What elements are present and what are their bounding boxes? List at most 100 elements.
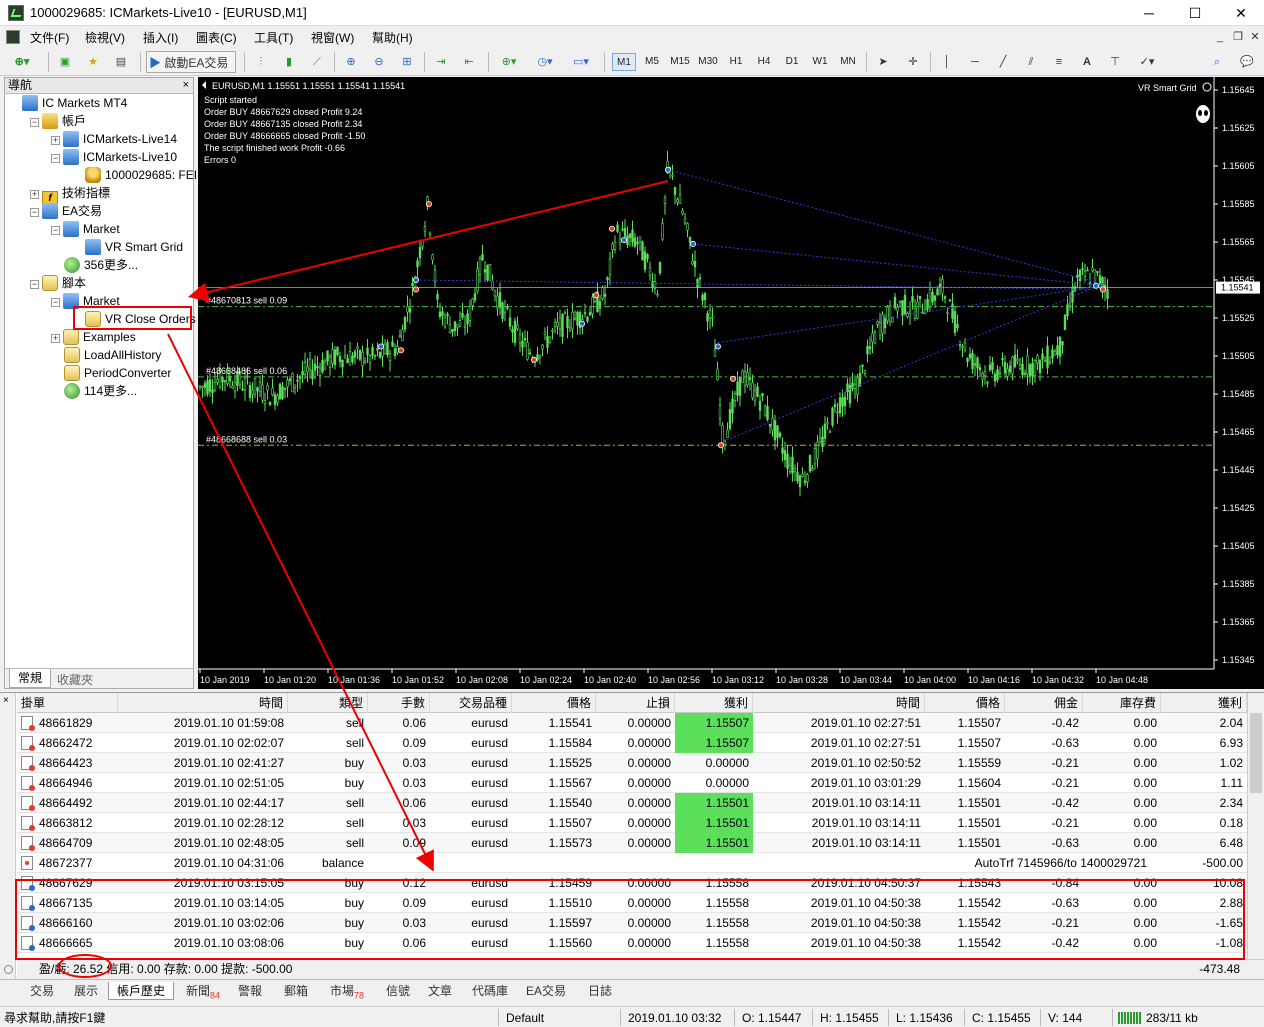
navigator-toggle-icon[interactable]: ▤ bbox=[110, 51, 132, 73]
column-header-sl[interactable]: 止損 bbox=[596, 693, 675, 713]
menu-file[interactable]: 文件(F) bbox=[30, 29, 69, 46]
column-header-symbol[interactable]: 交易品種 bbox=[430, 693, 512, 713]
menu-tools[interactable]: 工具(T) bbox=[254, 29, 293, 46]
column-header-ticket[interactable]: 掛單 bbox=[17, 693, 118, 713]
mdi-minimize-button[interactable]: _ bbox=[1212, 30, 1228, 44]
nav-item-loadallhistory[interactable]: LoadAllHistory bbox=[9, 346, 193, 364]
price-chart[interactable]: 1.15645 1.15625 1.15605 1.15585 1.15565 1.155… bbox=[198, 77, 1264, 689]
scrollbar-thumb[interactable] bbox=[1250, 713, 1262, 793]
text-label-icon[interactable]: ⊤ bbox=[1104, 51, 1126, 73]
timeframe-mn[interactable]: MN bbox=[836, 53, 860, 71]
tab-common[interactable]: 常規 bbox=[9, 669, 51, 688]
column-header-profit[interactable]: 獲利 bbox=[1161, 693, 1247, 713]
mdi-restore-button[interactable]: ❐ bbox=[1230, 30, 1246, 44]
autoscroll-icon[interactable]: ⇥ bbox=[430, 51, 452, 73]
timeframe-m15[interactable]: M15 bbox=[668, 53, 692, 71]
menu-window[interactable]: 視窗(W) bbox=[311, 29, 354, 46]
chart-shift-icon[interactable]: ⇤ bbox=[458, 51, 480, 73]
crosshair-icon[interactable]: ✛ bbox=[902, 51, 924, 73]
navigator-close-icon[interactable]: × bbox=[183, 78, 189, 93]
timeframe-d1[interactable]: D1 bbox=[780, 53, 804, 71]
menu-view[interactable]: 檢視(V) bbox=[85, 29, 125, 46]
bar-chart-icon[interactable]: ⫶ bbox=[250, 51, 272, 73]
column-header-commission[interactable]: 佣金 bbox=[1005, 693, 1083, 713]
history-row[interactable]: 48661829 2019.01.10 01:59:08 sell 0.06 eurus… bbox=[17, 713, 1247, 733]
column-header-lots[interactable]: 手數 bbox=[368, 693, 430, 713]
cursor-icon[interactable]: ➤ bbox=[872, 51, 894, 73]
timeframe-m5[interactable]: M5 bbox=[640, 53, 664, 71]
timeframe-m30[interactable]: M30 bbox=[696, 53, 720, 71]
close-window-button[interactable]: ✕ bbox=[1218, 0, 1264, 26]
tile-windows-icon[interactable]: ⊞ bbox=[396, 51, 418, 73]
chat-icon[interactable]: 💬 bbox=[1236, 51, 1258, 73]
horizontal-line-icon[interactable]: ─ bbox=[964, 51, 986, 73]
menu-insert[interactable]: 插入(I) bbox=[143, 29, 178, 46]
nav-item-1000029685-fei[interactable]: 1000029685: FEI` bbox=[9, 166, 201, 184]
fibonacci-icon[interactable]: ≡ bbox=[1048, 51, 1070, 73]
history-row[interactable]: 48672377 2019.01.10 04:31:06 balance -500.0… bbox=[17, 853, 1247, 873]
autotrading-button[interactable]: ▶ 啟動EA交易 bbox=[146, 51, 236, 73]
search-icon[interactable]: ⌕ bbox=[1206, 51, 1228, 73]
chart-canvas[interactable]: 1.15645 1.15625 1.15605 1.15585 1.15565 1.155… bbox=[198, 77, 1264, 689]
terminal-tab-10[interactable]: EA交易 bbox=[518, 982, 574, 1000]
timeframe-w1[interactable]: W1 bbox=[808, 53, 832, 71]
terminal-close-icon[interactable]: × bbox=[3, 695, 9, 706]
nav-item-icmarkets-live14[interactable]: + ICMarkets-Live14 bbox=[9, 130, 193, 148]
column-header-close-time[interactable]: 時間 bbox=[753, 693, 925, 713]
column-header-price[interactable]: 價格 bbox=[512, 693, 596, 713]
menu-charts[interactable]: 圖表(C) bbox=[196, 29, 237, 46]
nav-item-ic-markets-mt4[interactable]: IC Markets MT4 bbox=[9, 94, 193, 112]
zoom-in-icon[interactable]: ⊕ bbox=[340, 51, 362, 73]
nav-item-vr-smart-grid[interactable]: VR Smart Grid bbox=[9, 238, 193, 256]
tree-expander-icon[interactable]: − bbox=[51, 298, 60, 307]
column-header-swap[interactable]: 庫存費 bbox=[1083, 693, 1161, 713]
history-scrollbar[interactable] bbox=[1247, 693, 1264, 959]
terminal-tab-2[interactable]: 帳戶歷史 bbox=[108, 982, 175, 1000]
channel-icon[interactable]: ⫽ bbox=[1020, 51, 1042, 73]
column-header-close-price[interactable]: 價格 bbox=[925, 693, 1005, 713]
nav-item-[interactable]: + f 技術指標 bbox=[9, 184, 193, 207]
tree-expander-icon[interactable]: − bbox=[30, 280, 39, 289]
indicators-icon[interactable]: ⊕▾ bbox=[494, 51, 524, 73]
terminal-tab-6[interactable]: 市場78 bbox=[322, 982, 372, 1000]
minimize-button[interactable]: ─ bbox=[1126, 0, 1172, 26]
arrows-icon[interactable]: ✓▾ bbox=[1132, 51, 1162, 73]
favorites-icon[interactable]: ★ bbox=[82, 51, 104, 73]
menu-help[interactable]: 幫助(H) bbox=[372, 29, 413, 46]
tab-favorites[interactable]: 收藏夾 bbox=[57, 671, 93, 688]
terminal-tab-8[interactable]: 文章 bbox=[420, 982, 460, 1000]
nav-item-icmarkets-live10[interactable]: − ICMarkets-Live10 bbox=[9, 148, 193, 166]
tree-expander-icon[interactable]: − bbox=[30, 118, 39, 127]
nav-item-periodconverter[interactable]: PeriodConverter bbox=[9, 364, 193, 382]
terminal-tab-1[interactable]: 展示 bbox=[66, 982, 106, 1000]
vertical-line-icon[interactable]: │ bbox=[936, 51, 958, 73]
tree-expander-icon[interactable]: − bbox=[51, 226, 60, 235]
periods-icon[interactable]: ◷▾ bbox=[530, 51, 560, 73]
status-profile[interactable]: Default bbox=[506, 1010, 544, 1026]
candlestick-icon[interactable]: ▮ bbox=[278, 51, 300, 73]
terminal-tab-7[interactable]: 信號 bbox=[378, 982, 418, 1000]
timeframe-h4[interactable]: H4 bbox=[752, 53, 776, 71]
nav-item-ea[interactable]: − EA交易 bbox=[9, 202, 193, 220]
column-header-type[interactable]: 類型 bbox=[288, 693, 368, 713]
history-row[interactable]: 48664492 2019.01.10 02:44:17 sell 0.06 eurus… bbox=[17, 793, 1247, 813]
timeframe-h1[interactable]: H1 bbox=[724, 53, 748, 71]
timeframe-m1[interactable]: M1 bbox=[612, 53, 636, 71]
column-header-tp[interactable]: 獲利 bbox=[675, 693, 753, 713]
zoom-out-icon[interactable]: ⊖ bbox=[368, 51, 390, 73]
nav-item-114[interactable]: 114更多... bbox=[9, 382, 193, 400]
tree-expander-icon[interactable]: − bbox=[30, 208, 39, 217]
profiles-icon[interactable]: ▣ bbox=[54, 51, 76, 73]
terminal-tab-3[interactable]: 新聞84 bbox=[178, 982, 228, 1000]
nav-item-[interactable]: − 帳戶 bbox=[9, 112, 193, 130]
history-row[interactable]: 48664709 2019.01.10 02:48:05 sell 0.09 eurus… bbox=[17, 833, 1247, 853]
nav-item-[interactable]: − 腳本 bbox=[9, 274, 193, 292]
line-chart-icon[interactable]: ⟋ bbox=[306, 51, 328, 73]
templates-icon[interactable]: ▭▾ bbox=[566, 51, 596, 73]
history-row[interactable]: 48664946 2019.01.10 02:51:05 buy 0.03 eurusd… bbox=[17, 773, 1247, 793]
terminal-tab-5[interactable]: 郵箱 bbox=[276, 982, 316, 1000]
nav-item-market[interactable]: − Market bbox=[9, 220, 193, 238]
tree-expander-icon[interactable]: + bbox=[30, 190, 39, 199]
history-row[interactable]: 48664423 2019.01.10 02:41:27 buy 0.03 eurusd… bbox=[17, 753, 1247, 773]
column-header-open-time[interactable]: 時間 bbox=[118, 693, 288, 713]
